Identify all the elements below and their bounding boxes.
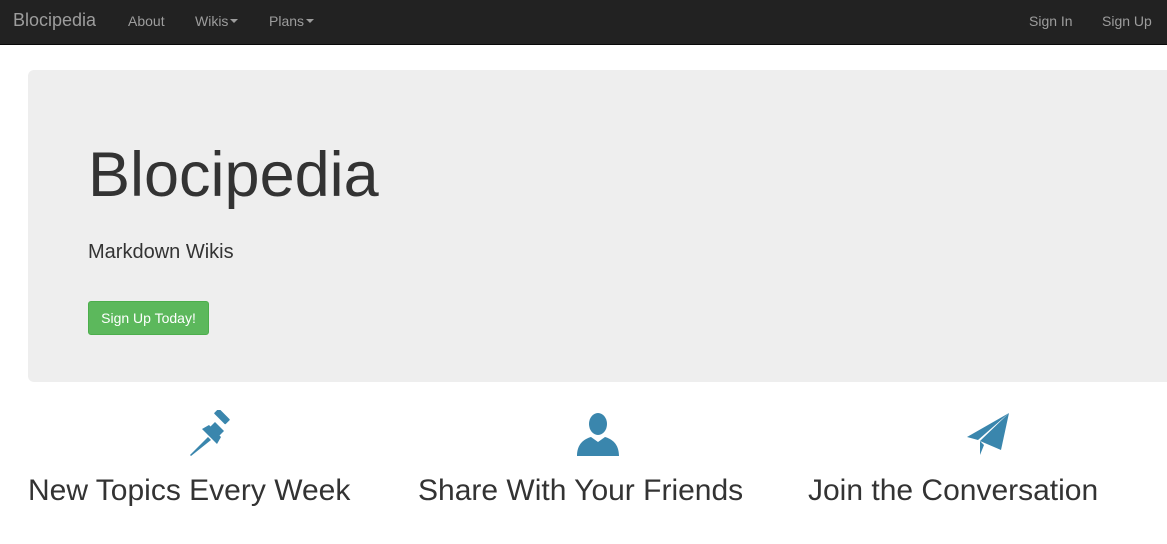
nav-wikis-label: Wikis: [195, 13, 229, 29]
feature-title: Share With Your Friends: [418, 474, 744, 507]
nav-about-link[interactable]: About: [128, 12, 165, 30]
hero-jumbotron: Blocipedia Markdown Wikis Sign Up Today!: [28, 70, 1167, 382]
nav-sign-in-link[interactable]: Sign In: [1029, 12, 1073, 30]
hero-lead: Markdown Wikis: [88, 241, 234, 263]
nav-sign-up-link[interactable]: Sign Up: [1102, 12, 1152, 30]
nav-plans-dropdown[interactable]: Plans: [269, 12, 315, 30]
pushpin-icon: [190, 410, 230, 456]
brand-link[interactable]: Blocipedia: [13, 9, 96, 31]
user-icon: [577, 413, 619, 456]
feature-title: Join the Conversation: [808, 474, 1099, 507]
paper-plane-icon: [967, 413, 1009, 455]
feature-join-conversation: Join the Conversation: [808, 410, 1167, 520]
top-navbar: Blocipedia About Wikis Plans Sign In Sig…: [0, 0, 1167, 45]
sign-up-today-button[interactable]: Sign Up Today!: [88, 301, 209, 335]
feature-title: New Topics Every Week: [28, 474, 351, 507]
feature-new-topics: New Topics Every Week: [28, 410, 418, 520]
caret-down-icon: [230, 19, 239, 24]
caret-down-icon: [306, 19, 315, 24]
feature-share-friends: Share With Your Friends: [418, 410, 808, 520]
nav-wikis-dropdown[interactable]: Wikis: [195, 12, 239, 30]
nav-plans-label: Plans: [269, 13, 305, 29]
hero-title: Blocipedia: [88, 140, 379, 210]
